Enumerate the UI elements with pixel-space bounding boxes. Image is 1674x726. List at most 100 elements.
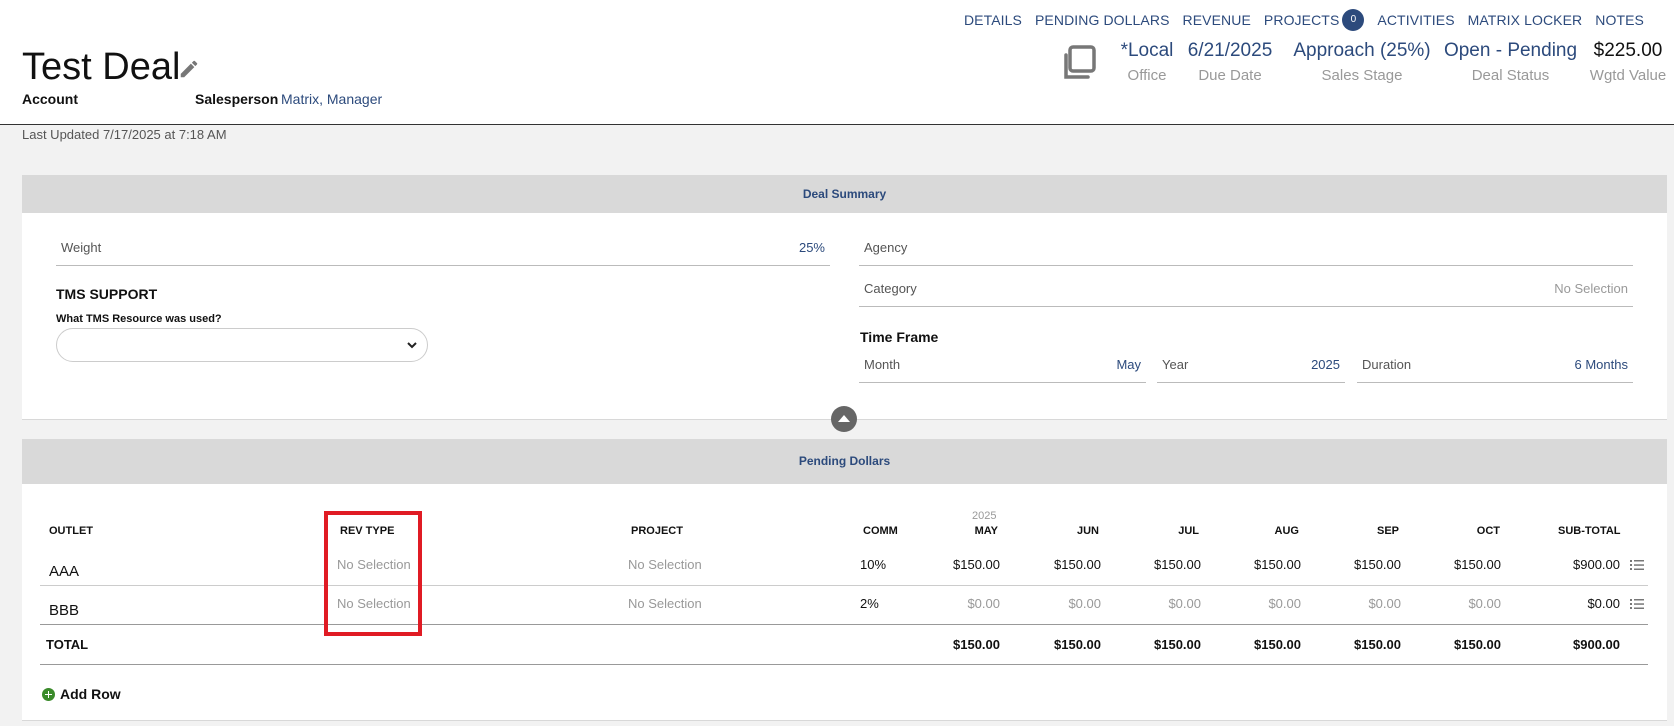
row-menu-icon[interactable]: [1630, 598, 1644, 610]
row-2-may[interactable]: $0.00: [920, 596, 1000, 611]
nav-revenue[interactable]: REVENUE: [1183, 12, 1251, 28]
row-menu-icon[interactable]: [1630, 559, 1644, 571]
row-1-oct[interactable]: $150.00: [1421, 557, 1501, 572]
nav-matrix-locker[interactable]: MATRIX LOCKER: [1468, 12, 1583, 28]
row-1-sep[interactable]: $150.00: [1321, 557, 1401, 572]
nav-projects-label: PROJECTS: [1263, 12, 1340, 28]
row-2-subtotal: $0.00: [1587, 596, 1620, 611]
total-aug: $150.00: [1254, 637, 1301, 652]
tms-support-heading: TMS SUPPORT: [56, 286, 158, 302]
tms-question-label: What TMS Resource was used?: [56, 313, 222, 325]
deal-status-meta: Open - Pending Deal Status: [1443, 40, 1578, 84]
account-label: Account: [22, 91, 78, 107]
top-nav: DETAILS PENDING DOLLARS REVENUE PROJECTS…: [964, 9, 1644, 31]
row-2-aug[interactable]: $0.00: [1221, 596, 1301, 611]
row-divider: [40, 624, 1648, 625]
rev-type-highlight-box: [324, 511, 422, 636]
nav-activities[interactable]: ACTIVITIES: [1377, 12, 1454, 28]
sales-stage-meta: Approach (25%) Sales Stage: [1289, 40, 1435, 84]
col-oct: OCT: [1476, 525, 1500, 537]
row-1-jun[interactable]: $150.00: [1021, 557, 1101, 572]
tms-resource-select[interactable]: [56, 328, 428, 362]
col-jun: JUN: [1076, 525, 1099, 537]
row-divider: [40, 585, 1648, 586]
chevron-up-icon: [838, 415, 850, 422]
month-field[interactable]: Month May: [859, 347, 1146, 383]
row-1-may[interactable]: $150.00: [920, 557, 1000, 572]
category-field[interactable]: Category No Selection: [859, 271, 1633, 307]
pending-dollars-heading[interactable]: Pending Dollars: [22, 439, 1667, 484]
deal-status-label: Deal Status: [1471, 67, 1550, 84]
deal-title: Test Deal: [22, 46, 181, 88]
row-2-jun[interactable]: $0.00: [1021, 596, 1101, 611]
total-may: $150.00: [953, 637, 1000, 652]
total-jul: $150.00: [1154, 637, 1201, 652]
nav-details[interactable]: DETAILS: [964, 12, 1022, 28]
last-updated: Last Updated 7/17/2025 at 7:18 AM: [22, 127, 227, 142]
salesperson-link[interactable]: Matrix, Manager: [281, 91, 382, 107]
office-value[interactable]: *Local: [1110, 40, 1184, 62]
total-oct: $150.00: [1454, 637, 1501, 652]
category-label: Category: [864, 281, 917, 296]
duration-value: 6 Months: [1574, 357, 1628, 372]
total-label: TOTAL: [46, 637, 89, 652]
total-jun: $150.00: [1054, 637, 1101, 652]
weight-value: 25%: [798, 240, 825, 255]
row-2-comm[interactable]: 2%: [860, 596, 879, 611]
deal-status-value[interactable]: Open - Pending: [1443, 40, 1578, 62]
wgtd-value-meta: $225.00 Wgtd Value: [1588, 40, 1668, 84]
duration-field[interactable]: Duration 6 Months: [1357, 347, 1633, 383]
office-label: Office: [1127, 67, 1167, 84]
wgtd-value: $225.00: [1593, 40, 1663, 61]
collapse-button[interactable]: [831, 406, 857, 432]
row-2-project[interactable]: No Selection: [628, 596, 702, 611]
page-header: DETAILS PENDING DOLLARS REVENUE PROJECTS…: [0, 0, 1674, 125]
time-frame-heading: Time Frame: [860, 329, 939, 345]
month-label: Month: [864, 357, 901, 372]
row-1-project[interactable]: No Selection: [628, 557, 702, 572]
col-comm: COMM: [863, 525, 898, 537]
due-date-value[interactable]: 6/21/2025: [1180, 40, 1280, 62]
col-may: MAY: [974, 525, 998, 537]
deal-summary-heading[interactable]: Deal Summary: [22, 175, 1667, 213]
row-2-outlet: BBB: [49, 602, 80, 619]
due-date-meta: 6/21/2025 Due Date: [1180, 40, 1280, 84]
add-row-button[interactable]: Add Row: [42, 686, 121, 702]
row-2-sep[interactable]: $0.00: [1321, 596, 1401, 611]
plus-circle-icon: [42, 687, 55, 701]
wgtd-value-label: Wgtd Value: [1589, 67, 1667, 84]
col-aug: AUG: [1274, 525, 1299, 537]
row-2-jul[interactable]: $0.00: [1121, 596, 1201, 611]
row-1-subtotal: $900.00: [1573, 557, 1620, 572]
projects-count-badge: 0: [1342, 9, 1365, 31]
col-year-2025: 2025: [972, 510, 997, 522]
sales-stage-label: Sales Stage: [1321, 67, 1403, 84]
total-subtotal: $900.00: [1573, 637, 1620, 652]
duration-label: Duration: [1362, 357, 1412, 372]
row-1-comm[interactable]: 10%: [860, 557, 886, 572]
nav-notes[interactable]: NOTES: [1595, 12, 1644, 28]
nav-projects[interactable]: PROJECTS 0: [1263, 9, 1365, 31]
year-value: 2025: [1311, 357, 1340, 372]
col-outlet: OUTLET: [49, 525, 93, 537]
agency-label: Agency: [864, 240, 908, 255]
year-field[interactable]: Year 2025: [1157, 347, 1345, 383]
weight-field[interactable]: Weight 25%: [56, 230, 830, 266]
pencil-icon[interactable]: [178, 58, 200, 80]
month-value: May: [1116, 357, 1141, 372]
sales-stage-value[interactable]: Approach (25%): [1289, 40, 1435, 62]
agency-field[interactable]: Agency: [859, 230, 1633, 266]
year-label: Year: [1162, 357, 1189, 372]
col-subtotal: SUB-TOTAL: [1558, 525, 1621, 537]
row-2-oct[interactable]: $0.00: [1421, 596, 1501, 611]
salesperson-label: Salesperson: [195, 91, 279, 107]
copy-icon[interactable]: [1060, 44, 1098, 82]
row-1-aug[interactable]: $150.00: [1221, 557, 1301, 572]
nav-pending-dollars[interactable]: PENDING DOLLARS: [1035, 12, 1170, 28]
total-sep: $150.00: [1354, 637, 1401, 652]
row-1-outlet: AAA: [49, 563, 80, 580]
row-1-jul[interactable]: $150.00: [1121, 557, 1201, 572]
col-project: PROJECT: [631, 525, 683, 537]
deal-summary-card: Deal Summary Weight 25% TMS SUPPORT What…: [22, 175, 1667, 420]
weight-label: Weight: [61, 240, 102, 255]
